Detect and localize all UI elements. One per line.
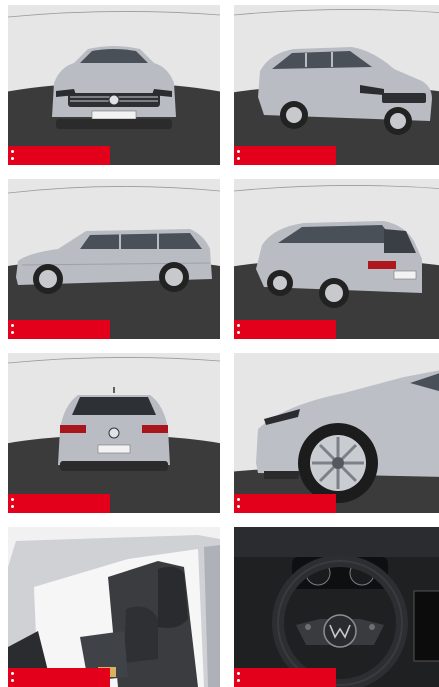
badge-dots-icon [237, 150, 240, 162]
dealer-badge [234, 668, 336, 687]
car-rear-view-icon [8, 353, 220, 513]
dealer-badge [234, 494, 336, 513]
photo-tile-front-seats-interior[interactable] [8, 527, 220, 687]
badge-dots-icon [11, 498, 14, 510]
car-seat-icon [8, 527, 220, 687]
photo-tile-front-wheel-detail[interactable] [234, 353, 439, 513]
wheel-detail-icon [234, 353, 439, 513]
photo-tile-steering-wheel-interior[interactable] [234, 527, 439, 687]
car-side-view-icon [8, 179, 220, 339]
badge-dots-icon [237, 498, 240, 510]
dealer-badge [234, 320, 336, 339]
photo-tile-front-three-quarter-exterior[interactable] [234, 5, 439, 165]
badge-dots-icon [237, 672, 240, 684]
badge-dots-icon [11, 150, 14, 162]
car-front-view-icon [8, 5, 220, 165]
photo-tile-rear-three-quarter-exterior[interactable] [234, 179, 439, 339]
dealer-badge [8, 146, 110, 165]
badge-dots-icon [11, 672, 14, 684]
badge-dots-icon [237, 324, 240, 336]
photo-tile-front-exterior[interactable] [8, 5, 220, 165]
dealer-badge [8, 494, 110, 513]
dealer-badge [8, 668, 110, 687]
badge-dots-icon [11, 324, 14, 336]
photo-gallery-grid [0, 0, 439, 687]
steering-wheel-icon [234, 527, 439, 687]
car-rear-angle-icon [234, 179, 439, 339]
dealer-badge [234, 146, 336, 165]
car-front-angle-icon [234, 5, 439, 165]
dealer-badge [8, 320, 110, 339]
photo-tile-rear-exterior[interactable] [8, 353, 220, 513]
photo-tile-side-profile-exterior[interactable] [8, 179, 220, 339]
